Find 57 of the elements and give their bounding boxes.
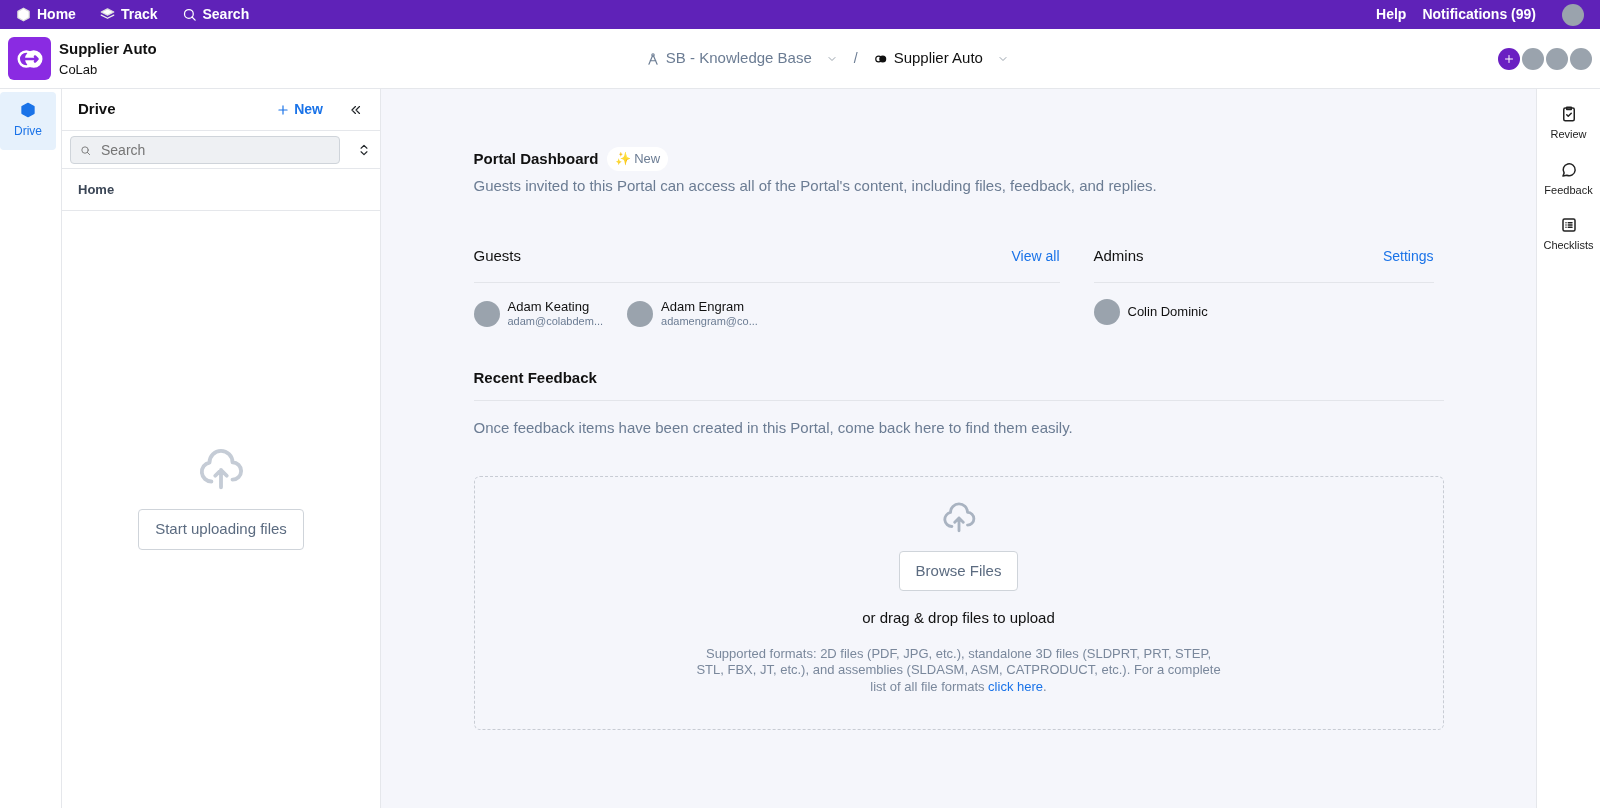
person-name: Adam Keating bbox=[507, 299, 591, 316]
panel-title: Drive bbox=[78, 99, 116, 120]
tree-item[interactable]: Home bbox=[78, 179, 115, 200]
person-email: adam@colabdem... bbox=[507, 315, 604, 329]
plus-icon bbox=[1503, 52, 1515, 65]
click-here-link[interactable]: click here bbox=[988, 679, 1044, 695]
breadcrumb-separator: / bbox=[853, 49, 858, 68]
section-title: Admins bbox=[1093, 246, 1144, 267]
rail-tab[interactable]: Checklists bbox=[1537, 204, 1600, 260]
section-title: Recent Feedback bbox=[473, 368, 597, 389]
layers-icon bbox=[99, 7, 115, 22]
search-icon bbox=[181, 7, 197, 22]
breadcrumb-link[interactable]: SB - Knowledge Base bbox=[645, 47, 838, 70]
checklist-icon bbox=[1559, 216, 1578, 234]
new-badge: ✨ New bbox=[606, 147, 669, 171]
add-member-button[interactable] bbox=[1498, 47, 1520, 70]
nav-link[interactable]: Track bbox=[99, 4, 158, 25]
empty-state-text: Once feedback items have been created in this Portal, come back here to find them easily. bbox=[473, 418, 1074, 438]
description-text: Guests invited to this Portal can access all of the Portal's content, including files, feedback, and replies. bbox=[473, 175, 1158, 196]
nav-link[interactable]: Home bbox=[16, 4, 76, 25]
browse-files-button[interactable]: Browse Files bbox=[898, 550, 1019, 591]
person-name: Adam Engram bbox=[661, 299, 746, 316]
person-email: adamengram@co... bbox=[661, 315, 758, 329]
avatar bbox=[627, 301, 654, 327]
cloud-upload-icon bbox=[941, 500, 976, 535]
rail-tab[interactable]: Drive bbox=[0, 92, 56, 150]
section-title: Guests bbox=[473, 246, 522, 267]
avatar bbox=[1093, 299, 1120, 325]
section-title: Portal Dashboard bbox=[473, 148, 599, 169]
supported-formats-text: Supported formats: 2D files (PDF, JPG, etc.), standalone 3D files (SLDPRT, PRT, STEP, STL, FBX, JT, etc.), and assemblies (SLDASM, ASM, CATPRODUCT, etc.). For a complete list of all file formats click here. bbox=[695, 645, 1222, 697]
cube-icon bbox=[20, 102, 36, 118]
section-link[interactable]: Settings bbox=[1382, 246, 1434, 267]
avatar bbox=[473, 301, 500, 327]
plus-icon bbox=[276, 102, 291, 117]
upload-button[interactable]: Start uploading files bbox=[138, 509, 304, 550]
org-name: CoLab bbox=[59, 61, 99, 79]
avatar bbox=[1562, 3, 1584, 26]
rail-tab[interactable]: Review bbox=[1537, 93, 1600, 149]
rail-tab[interactable]: Feedback bbox=[1537, 148, 1600, 204]
avatar bbox=[1522, 47, 1544, 70]
app-logo bbox=[8, 37, 51, 80]
section-link[interactable]: View all bbox=[1011, 246, 1060, 267]
search-field[interactable]: Search bbox=[70, 135, 340, 164]
nav-link[interactable]: Search bbox=[181, 4, 250, 25]
avatar bbox=[1570, 47, 1592, 70]
new-button[interactable]: New bbox=[275, 98, 324, 121]
chat-bubble-icon bbox=[1559, 160, 1578, 179]
nav-link[interactable]: Help bbox=[1376, 4, 1407, 25]
person-name: Colin Dominic bbox=[1127, 303, 1208, 321]
avatar bbox=[1546, 47, 1568, 70]
search-icon bbox=[80, 144, 91, 156]
compass-icon bbox=[645, 51, 660, 66]
cube-icon bbox=[16, 7, 31, 22]
nav-link[interactable]: Notifications (99) bbox=[1422, 4, 1536, 25]
breadcrumb-link[interactable]: Supplier Auto bbox=[873, 47, 1009, 70]
drop-hint: or drag & drop files to upload bbox=[862, 608, 1055, 628]
workspace-name: Supplier Auto bbox=[59, 38, 157, 59]
